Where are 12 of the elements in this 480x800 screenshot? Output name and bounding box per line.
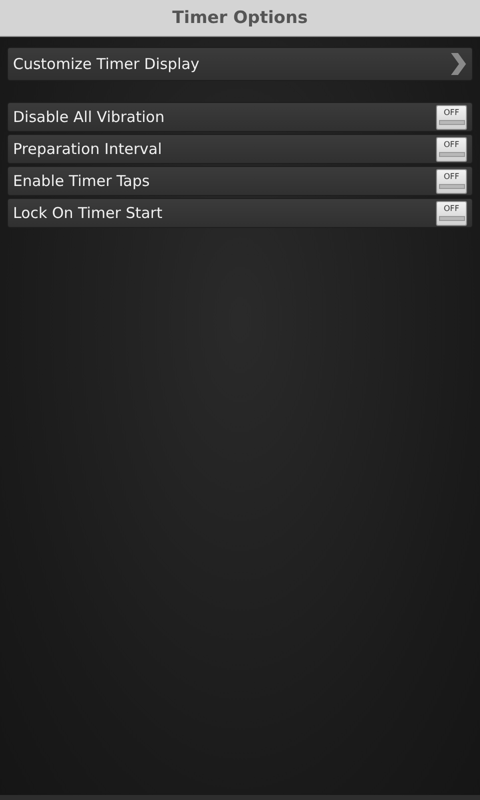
chevron-right-icon (449, 52, 467, 76)
setting-label: Enable Timer Taps (13, 172, 150, 190)
setting-label: Disable All Vibration (13, 108, 164, 126)
window-title: Timer Options (172, 8, 308, 28)
setting-label: Preparation Interval (13, 140, 162, 158)
toggle-button[interactable]: OFF (436, 200, 467, 226)
customize-display-item[interactable]: Customize Timer Display (7, 47, 473, 81)
toggle-button[interactable]: OFF (436, 168, 467, 194)
toggle-button[interactable]: OFF (436, 136, 467, 162)
setting-label: Lock On Timer Start (13, 204, 162, 222)
toggle-button[interactable]: OFF (436, 104, 467, 130)
item-label: Customize Timer Display (13, 55, 200, 73)
